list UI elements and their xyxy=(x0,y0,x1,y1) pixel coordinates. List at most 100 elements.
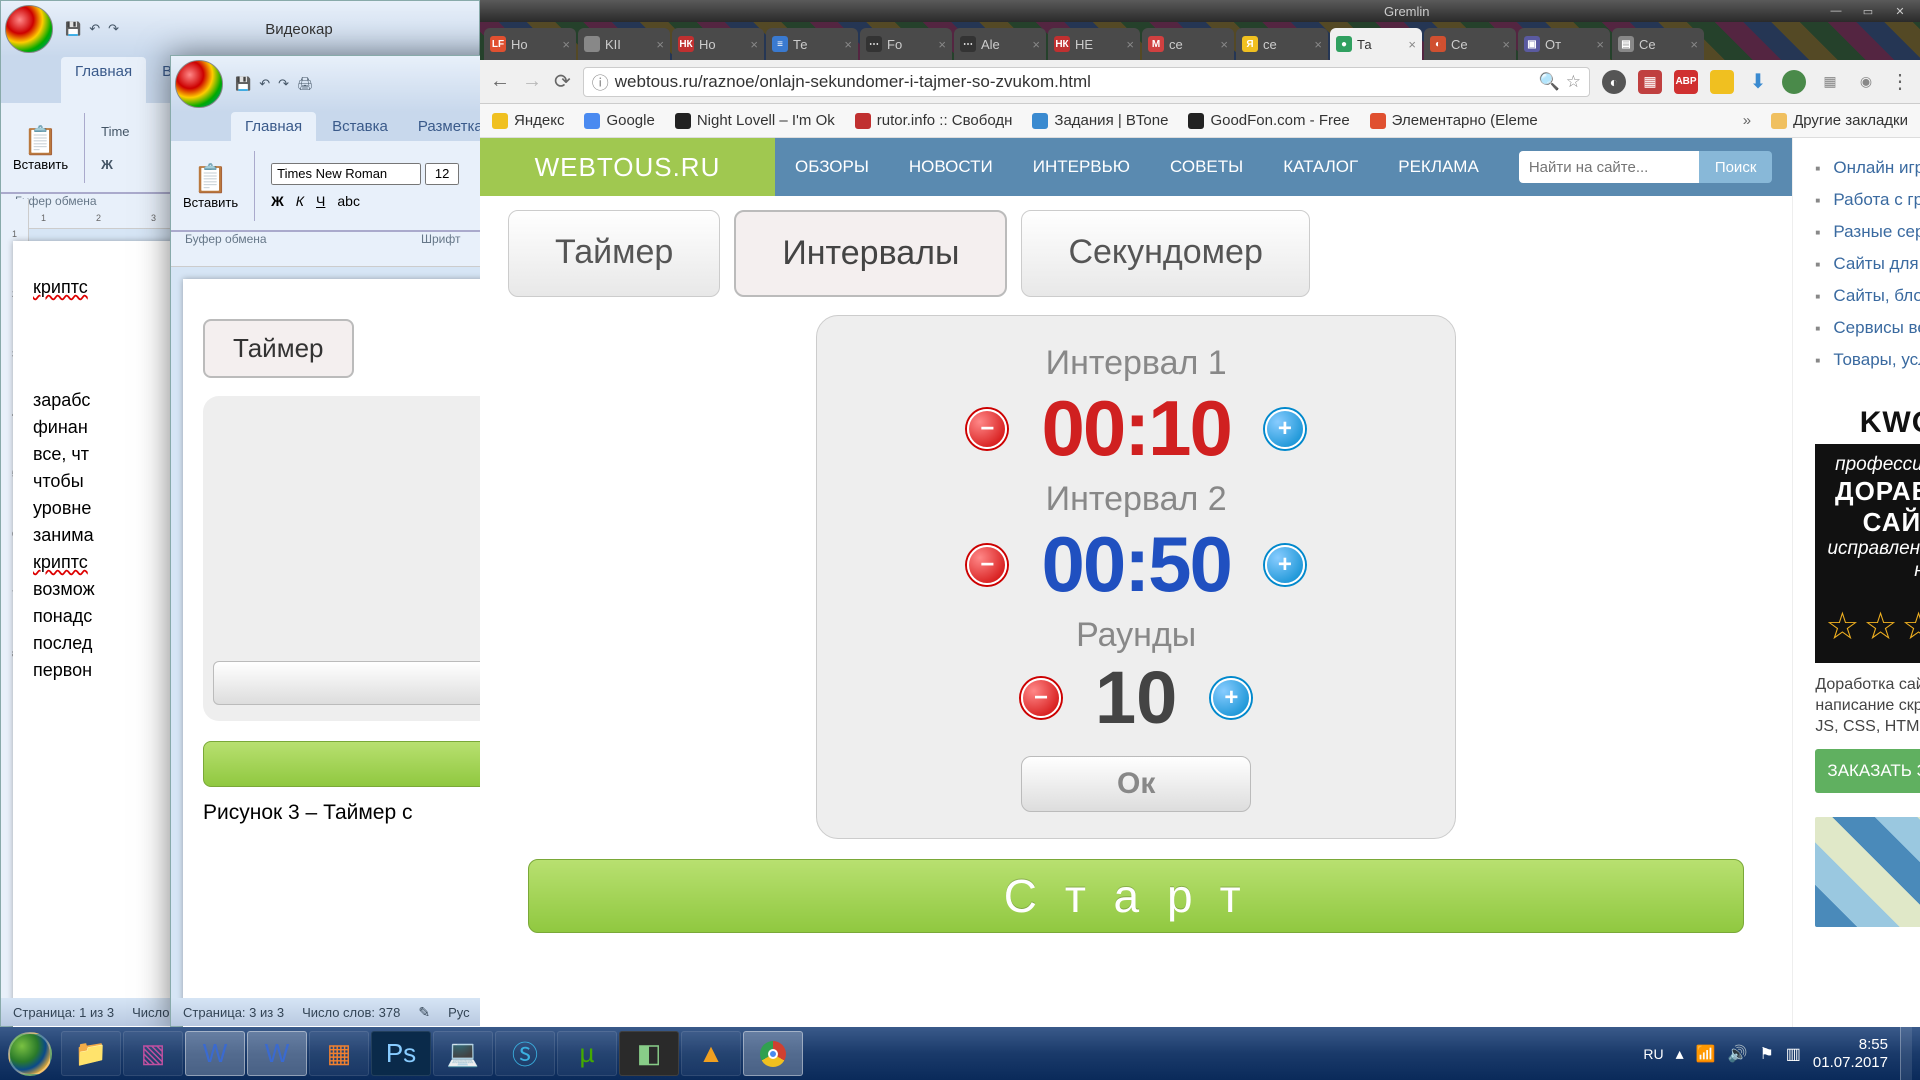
bookmark-item[interactable]: Яндекс xyxy=(492,112,564,129)
bookmark-item[interactable]: Задания | BTone xyxy=(1032,112,1168,129)
interval1-minus-button[interactable]: − xyxy=(967,409,1007,449)
ext-icon[interactable] xyxy=(1710,70,1734,94)
flag-icon[interactable]: ⚑ xyxy=(1759,1044,1773,1064)
office-button-icon[interactable] xyxy=(5,5,53,53)
undo-icon[interactable]: ↶ xyxy=(89,21,100,37)
bookmark-item[interactable]: Night Lovell – I'm Ok xyxy=(675,112,835,129)
chrome-tab[interactable]: Ясе× xyxy=(1236,28,1328,60)
explorer-icon[interactable]: 📁 xyxy=(61,1031,121,1076)
word-icon[interactable]: W xyxy=(247,1031,307,1076)
chrome-menu-button[interactable]: ⋮ xyxy=(1890,69,1910,94)
chrome-icon[interactable] xyxy=(743,1031,803,1076)
redo-icon[interactable]: ↷ xyxy=(278,76,289,92)
nav-link[interactable]: СОВЕТЫ xyxy=(1170,157,1243,177)
forward-button[interactable]: → xyxy=(522,70,542,93)
chrome-tab[interactable]: LFНо× xyxy=(484,28,576,60)
close-tab-icon[interactable]: × xyxy=(844,37,852,52)
sidebar-link[interactable]: Товары, услуги xyxy=(1815,344,1920,376)
device-icon[interactable]: 💻 xyxy=(433,1031,493,1076)
save-icon[interactable]: 💾 xyxy=(235,76,251,92)
nav-link[interactable]: ИНТЕРВЬЮ xyxy=(1033,157,1130,177)
chrome-tab[interactable]: Mсе× xyxy=(1142,28,1234,60)
chrome-tab[interactable]: НКНо× xyxy=(672,28,764,60)
sidebar-link[interactable]: Сервисы веб-мастеру xyxy=(1815,312,1920,344)
tray-clock[interactable]: 8:55 01.07.2017 xyxy=(1813,1036,1888,1072)
ext-icon[interactable]: ▦ xyxy=(1638,70,1662,94)
kwork-banner[interactable]: KWORK профессиональная ДОРАБОТКА САЙТОВ … xyxy=(1815,402,1920,663)
aimp-icon[interactable]: ▲ xyxy=(681,1031,741,1076)
close-tab-icon[interactable]: × xyxy=(562,37,570,52)
utorrent-icon[interactable]: µ xyxy=(557,1031,617,1076)
tab-home[interactable]: Главная xyxy=(231,112,316,141)
paste-icon[interactable]: 📋 xyxy=(183,162,238,195)
italic-button[interactable]: К xyxy=(296,193,304,209)
app-icon[interactable]: ◧ xyxy=(619,1031,679,1076)
close-tab-icon[interactable]: × xyxy=(1314,37,1322,52)
tray-icon[interactable]: ▥ xyxy=(1786,1044,1801,1064)
chrome-tab[interactable]: ≡Те× xyxy=(766,28,858,60)
ext-icon[interactable]: ◉ xyxy=(1854,70,1878,94)
bookmarks-more[interactable]: » xyxy=(1743,112,1751,129)
maximize-button[interactable]: ▭ xyxy=(1853,2,1883,20)
back-button[interactable]: ← xyxy=(490,70,510,93)
kwork-cta-button[interactable]: ЗАКАЗАТЬ ЗА 500 РУБ. xyxy=(1815,749,1920,793)
show-desktop-button[interactable] xyxy=(1900,1027,1912,1080)
site-logo[interactable]: WEBTOUS.RU xyxy=(480,138,775,196)
start-button[interactable]: Старт xyxy=(528,859,1744,933)
chevron-up-icon[interactable]: ▴ xyxy=(1676,1044,1684,1064)
zoom-icon[interactable]: 🔍 xyxy=(1539,72,1560,92)
paste-icon[interactable]: 📋 xyxy=(13,124,68,157)
ext-icon[interactable] xyxy=(1782,70,1806,94)
sidebar-link[interactable]: Разные сервисы xyxy=(1815,216,1920,248)
spellcheck-icon[interactable]: ✎ xyxy=(418,1004,430,1021)
bookmark-item[interactable]: Google xyxy=(584,112,654,129)
interval2-plus-button[interactable]: + xyxy=(1265,545,1305,585)
tray-lang[interactable]: RU xyxy=(1643,1046,1663,1062)
close-tab-icon[interactable]: × xyxy=(750,37,758,52)
redo-icon[interactable]: ↷ xyxy=(108,21,119,37)
app-icon[interactable]: ▦ xyxy=(309,1031,369,1076)
close-tab-icon[interactable]: × xyxy=(1596,37,1604,52)
chrome-tab[interactable]: ⋯Fo× xyxy=(860,28,952,60)
ext-icon[interactable]: ⬇ xyxy=(1746,70,1770,94)
other-bookmarks[interactable]: Другие закладки xyxy=(1771,112,1908,129)
chrome-tab[interactable]: ▣От× xyxy=(1518,28,1610,60)
chrome-tab[interactable]: ⋯Ale× xyxy=(954,28,1046,60)
onenote-icon[interactable]: ▧ xyxy=(123,1031,183,1076)
url-box[interactable]: ⓘ webtous.ru/raznoe/onlajn-sekundomer-i-… xyxy=(583,67,1590,97)
site-search-button[interactable]: Поиск xyxy=(1699,151,1773,183)
close-tab-icon[interactable]: × xyxy=(938,37,946,52)
ext-icon[interactable]: ◐ xyxy=(1602,70,1626,94)
nav-link[interactable]: РЕКЛАМА xyxy=(1398,157,1479,177)
start-button[interactable] xyxy=(0,1027,60,1080)
interval2-minus-button[interactable]: − xyxy=(967,545,1007,585)
interval1-plus-button[interactable]: + xyxy=(1265,409,1305,449)
chrome-tab[interactable]: ◐Се× xyxy=(1424,28,1516,60)
sidebar-link[interactable]: Сайты, блоги xyxy=(1815,280,1920,312)
close-tab-icon[interactable]: × xyxy=(656,37,664,52)
nav-link[interactable]: ОБЗОРЫ xyxy=(795,157,869,177)
close-tab-icon[interactable]: × xyxy=(1126,37,1134,52)
close-tab-icon[interactable]: × xyxy=(1690,37,1698,52)
network-icon[interactable]: 📶 xyxy=(1696,1044,1716,1064)
chrome-tab[interactable]: ▤Се× xyxy=(1612,28,1704,60)
sidebar-link[interactable]: Онлайн игры xyxy=(1815,152,1920,184)
sidebar-link[interactable]: Работа с графикой xyxy=(1815,184,1920,216)
tab-timer[interactable]: Таймер xyxy=(508,210,720,297)
nav-link[interactable]: НОВОСТИ xyxy=(909,157,993,177)
banner-image[interactable] xyxy=(1815,817,1920,927)
site-search-input[interactable] xyxy=(1519,151,1699,183)
tab-insert[interactable]: Вставка xyxy=(318,112,402,141)
underline-button[interactable]: Ч xyxy=(316,193,325,209)
bookmark-item[interactable]: Элементарно (Eleme xyxy=(1370,112,1538,129)
minimize-button[interactable]: — xyxy=(1821,2,1851,20)
tab-home[interactable]: Главная xyxy=(61,57,146,103)
close-tab-icon[interactable]: × xyxy=(1502,37,1510,52)
bookmark-item[interactable]: GoodFon.com - Free xyxy=(1188,112,1349,129)
photoshop-icon[interactable]: Ps xyxy=(371,1031,431,1076)
rounds-plus-button[interactable]: + xyxy=(1211,678,1251,718)
word-icon[interactable]: W xyxy=(185,1031,245,1076)
close-button[interactable]: ✕ xyxy=(1885,2,1915,20)
ext-icon[interactable]: ▦ xyxy=(1818,70,1842,94)
close-tab-icon[interactable]: × xyxy=(1032,37,1040,52)
